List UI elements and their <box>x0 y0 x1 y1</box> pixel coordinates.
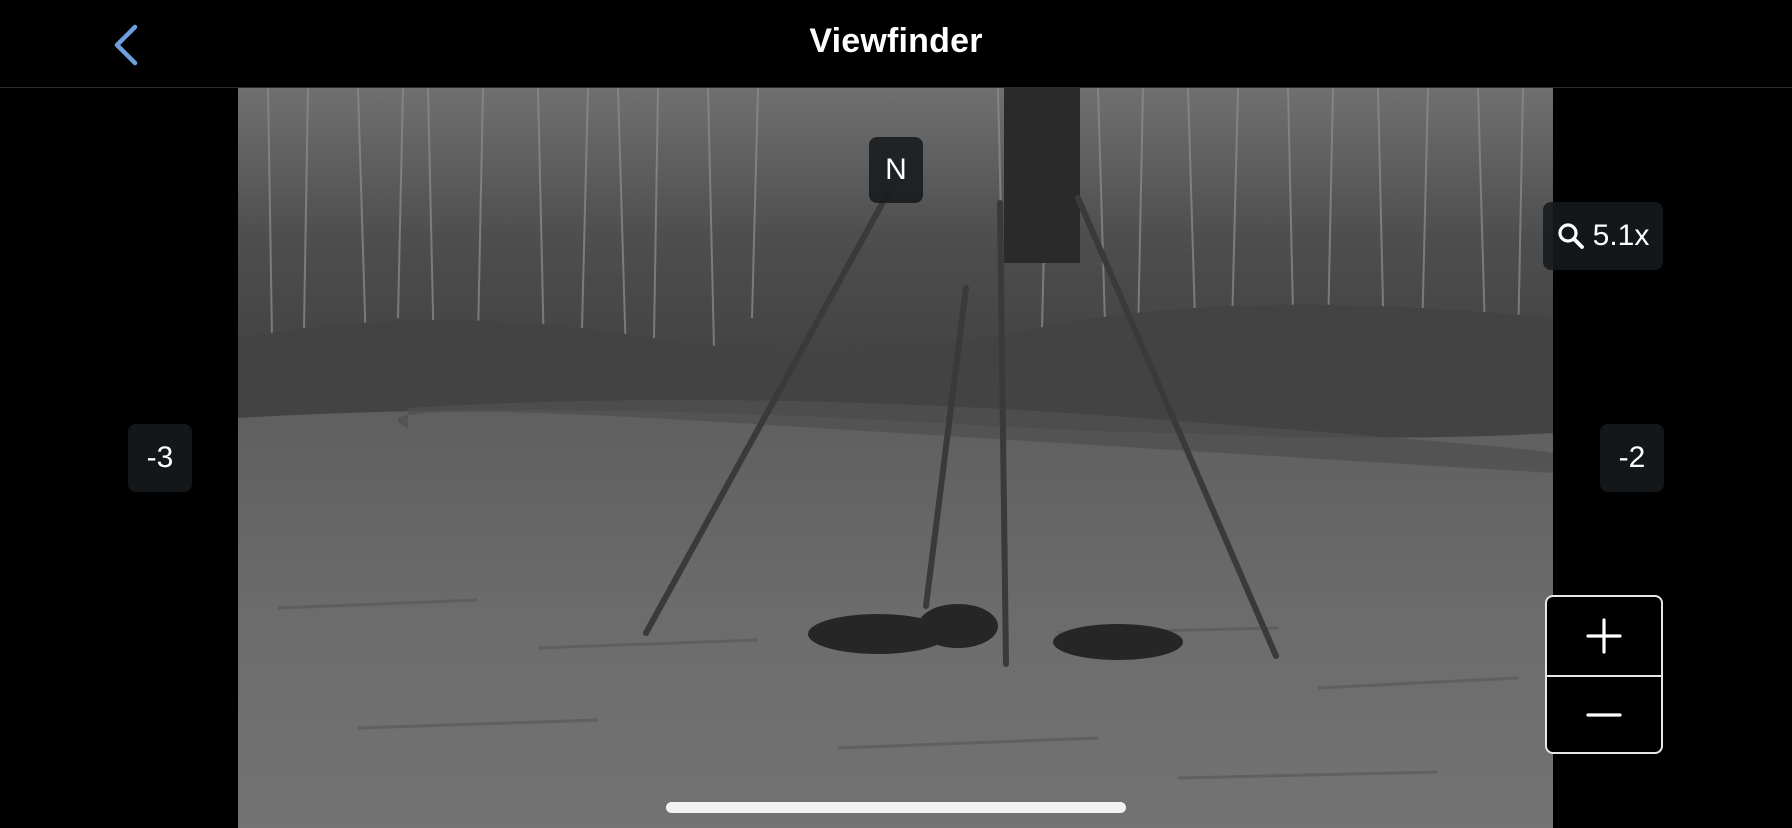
page-title: Viewfinder <box>809 22 983 60</box>
home-indicator[interactable] <box>666 802 1126 813</box>
compass-heading: N <box>869 137 923 203</box>
minus-icon <box>1586 713 1622 717</box>
zoom-level-indicator[interactable]: 5.1x <box>1543 202 1663 270</box>
zoom-level-label: 5.1x <box>1592 219 1650 252</box>
zoom-controls <box>1545 595 1663 754</box>
navigation-bar: Viewfinder <box>0 0 1792 88</box>
left-offset-badge[interactable]: -3 <box>128 424 192 492</box>
zoom-out-button[interactable] <box>1547 674 1661 753</box>
search-icon <box>1558 223 1584 249</box>
right-offset-badge[interactable]: -2 <box>1600 424 1664 492</box>
zoom-in-button[interactable] <box>1547 597 1661 675</box>
viewfinder-screen: Viewfinder N 5.1x -3 -2 <box>0 0 1792 828</box>
plus-icon <box>1586 618 1622 654</box>
